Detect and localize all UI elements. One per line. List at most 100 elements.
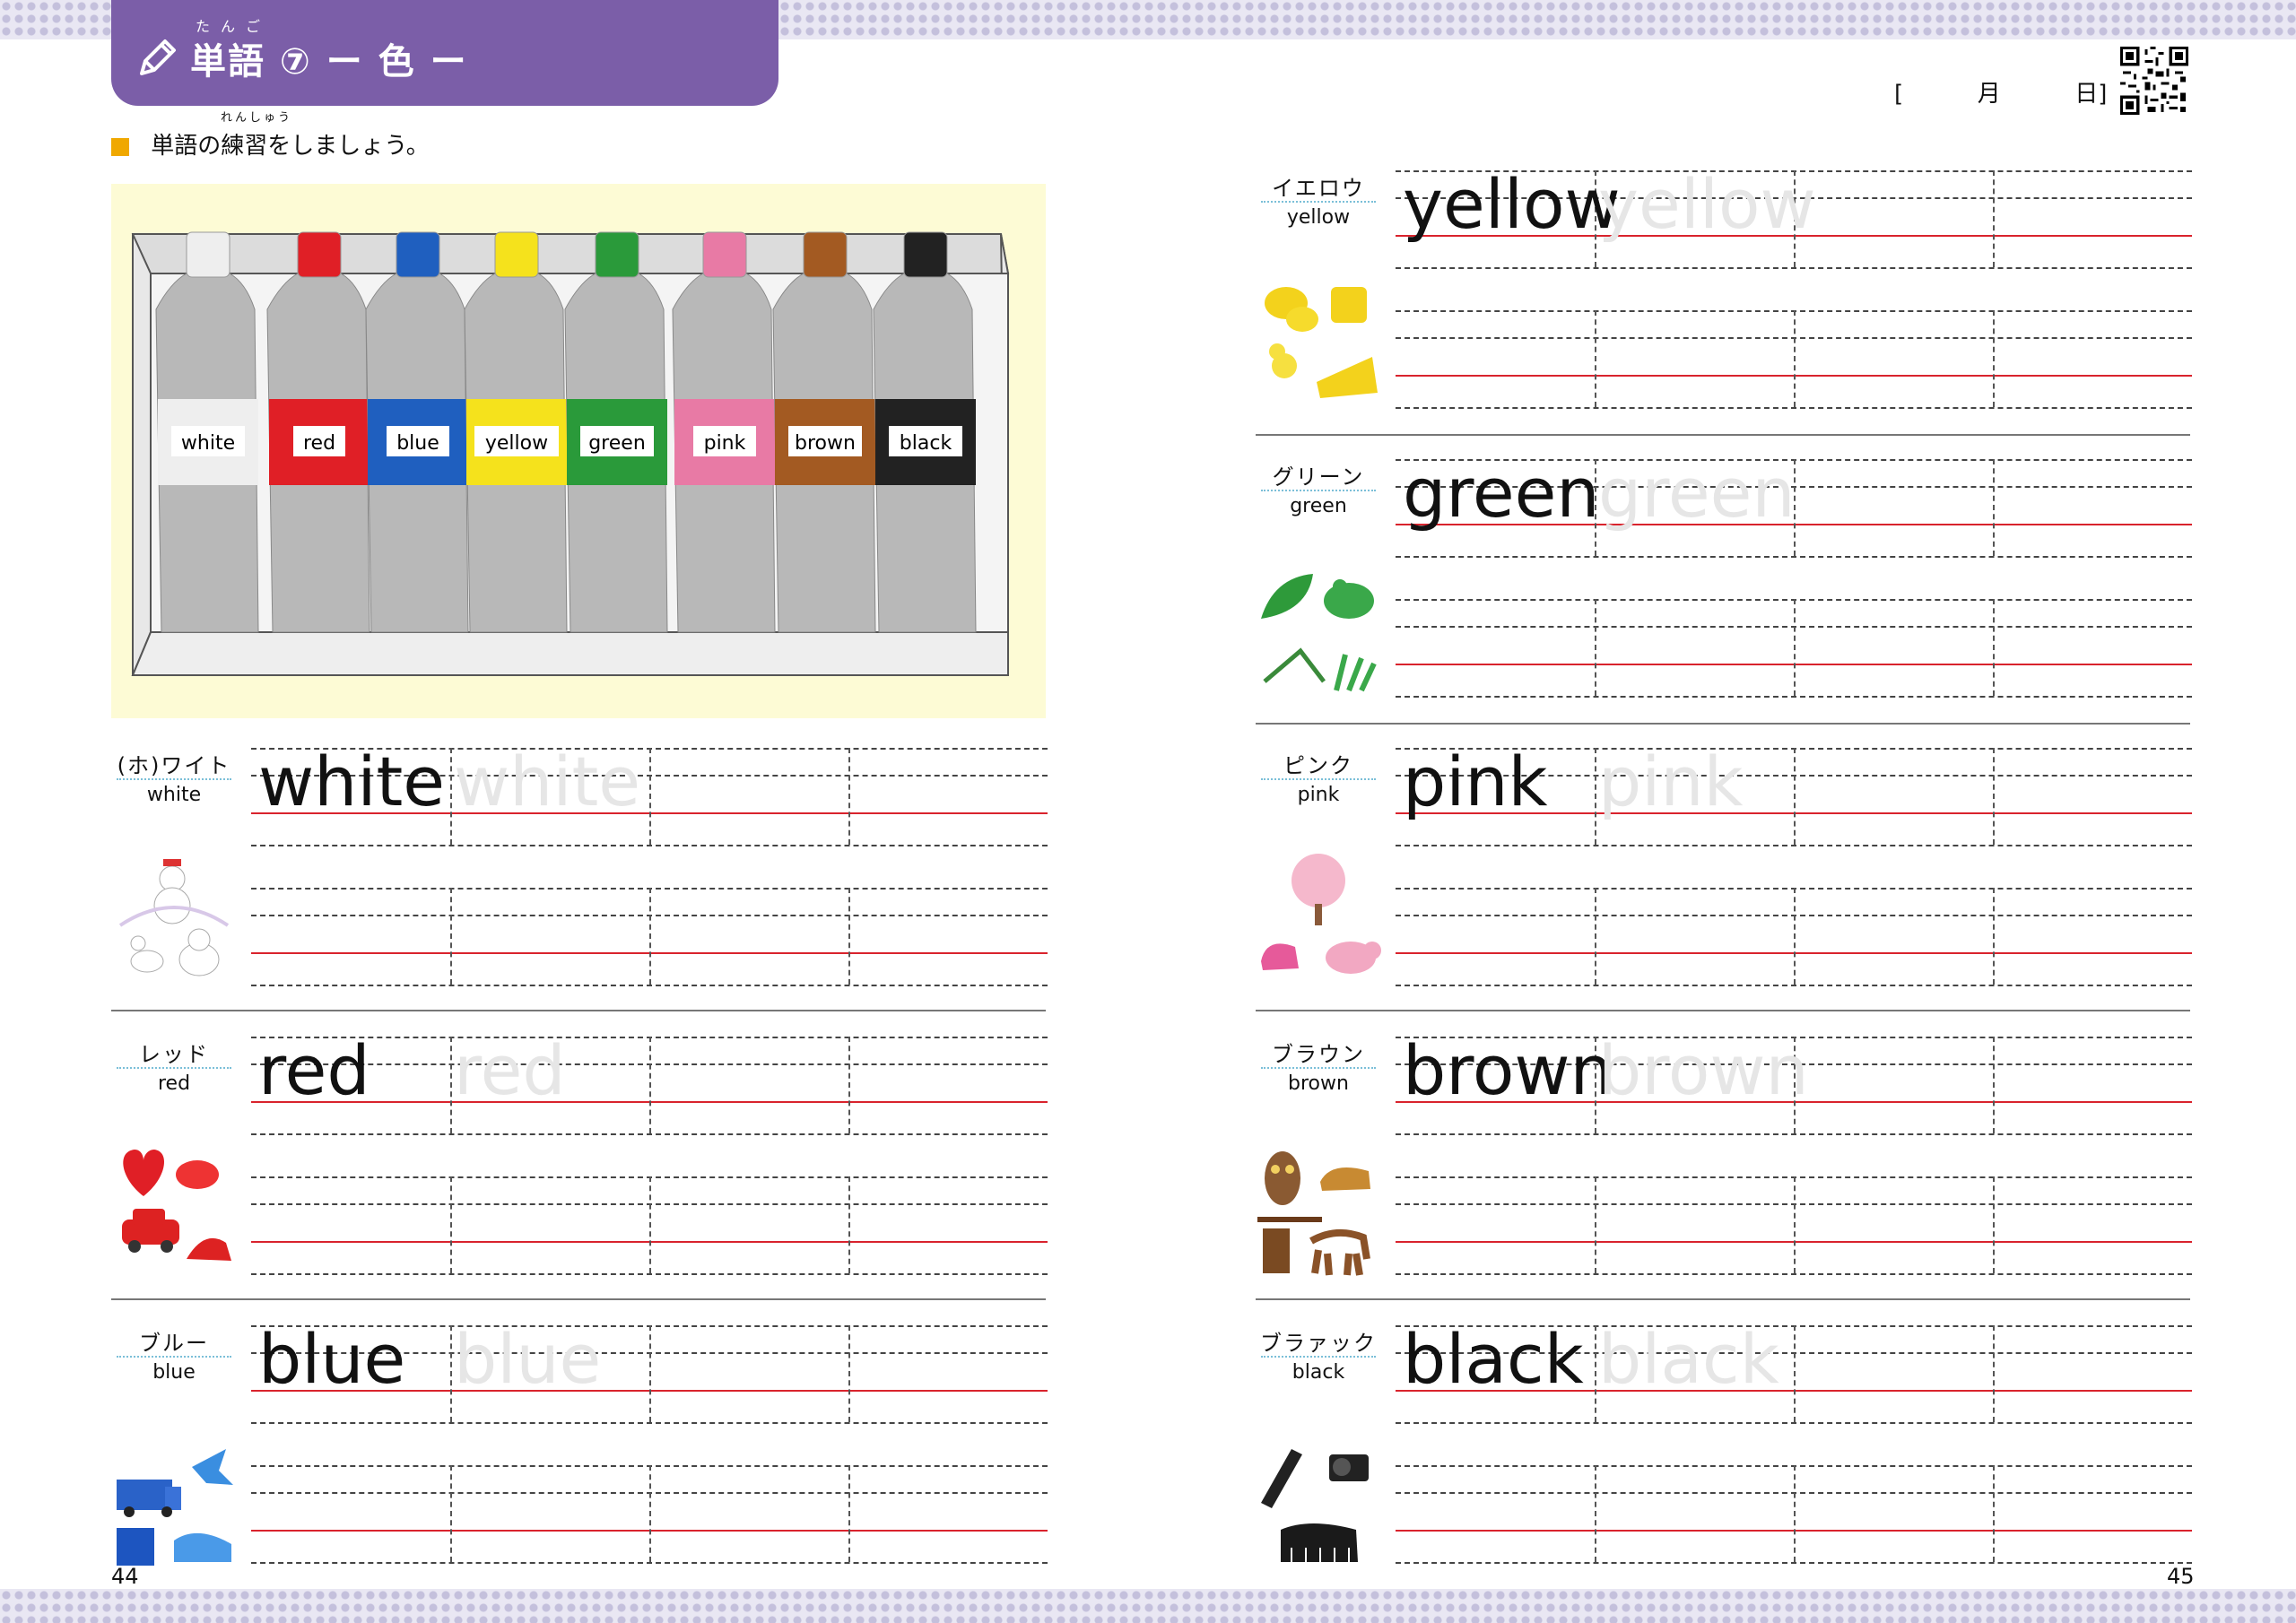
orange-bullet-icon [111, 137, 129, 156]
yellow-things-icon [1265, 287, 1378, 398]
kana-label: ブルー [139, 1331, 209, 1356]
kana-underline [1261, 1356, 1376, 1358]
model-word: green [1403, 453, 1600, 533]
english-label: brown [1288, 1072, 1349, 1095]
column-divider [450, 748, 452, 845]
tube-label: pink [704, 432, 746, 455]
column-divider [649, 748, 651, 845]
kana-underline [1261, 201, 1376, 203]
date-day: 日] [2074, 81, 2108, 108]
column-divider [848, 748, 850, 845]
title-ruby: たんご [196, 18, 272, 35]
kana-label: レッド [139, 1042, 209, 1067]
column-divider [450, 1465, 452, 1562]
pencil-icon [140, 39, 176, 75]
guide-line [1396, 267, 2192, 269]
writing-area-blue[interactable]: blue blue [251, 1325, 1048, 1591]
instruction: れんしゅう 単語の練習をしましょう。 [111, 111, 430, 161]
column-divider [848, 888, 850, 985]
writing-area-pink[interactable]: pink pink [1396, 748, 2192, 1013]
column-divider [1595, 599, 1596, 696]
kana-label: グリーン [1272, 464, 1365, 490]
black-things-icon [1261, 1449, 1369, 1562]
date-field: [ 月 日] [1894, 75, 2107, 108]
column-divider [649, 1325, 651, 1422]
paint-box-svg: white red blue yellow green pink brown black [131, 231, 1010, 676]
blue-things-icon [117, 1449, 233, 1566]
guide-line [251, 845, 1048, 846]
guide-line [1396, 985, 2192, 986]
column-divider [1993, 748, 1995, 845]
column-divider [1993, 888, 1995, 985]
column-divider [1993, 1176, 1995, 1273]
column-divider [848, 1176, 850, 1273]
column-divider [1794, 748, 1796, 845]
column-divider [1794, 1325, 1796, 1422]
kana-underline [1261, 778, 1376, 780]
trace-word: red [454, 1030, 566, 1110]
column-divider [1794, 310, 1796, 407]
guide-line [251, 1133, 1048, 1135]
writing-area-white[interactable]: white white [251, 748, 1048, 1013]
english-label: blue [152, 1361, 196, 1384]
writing-area-red[interactable]: red red [251, 1037, 1048, 1302]
qr-code-icon [2120, 47, 2188, 115]
column-divider [1993, 1465, 1995, 1562]
trace-word: yellow [1598, 164, 1816, 244]
paint-tubes-illustration: white red blue yellow green pink brown black [111, 184, 1046, 718]
title-text: 単語 ⑦ ー 色 ー [190, 41, 468, 82]
writing-area-brown[interactable]: brown brown [1396, 1037, 2192, 1302]
column-divider [1794, 1465, 1796, 1562]
page-number-left: 44 [111, 1564, 139, 1589]
column-divider [1595, 1465, 1596, 1562]
model-word: white [258, 742, 445, 821]
kana-label: (ホ)ワイト [117, 753, 231, 778]
tube-label: brown [795, 432, 856, 455]
guide-line [251, 1562, 1048, 1564]
column-divider [450, 1176, 452, 1273]
guide-line [251, 1273, 1048, 1275]
column-divider [1993, 459, 1995, 556]
guide-line [1396, 1422, 2192, 1424]
model-word: yellow [1403, 164, 1621, 244]
writing-area-green[interactable]: green green [1396, 459, 2192, 725]
guide-line [1396, 1562, 2192, 1564]
model-word: blue [258, 1319, 406, 1399]
guide-line [1396, 556, 2192, 558]
date-month: 月 [1977, 81, 2001, 108]
writing-area-yellow[interactable]: yellow yellow [1396, 170, 2192, 436]
trace-word: pink [1598, 742, 1744, 821]
tube-cap [595, 231, 639, 278]
white-things-icon [118, 859, 230, 976]
pink-things-icon [1261, 854, 1381, 974]
column-divider [1993, 1037, 1995, 1133]
column-divider [1595, 1176, 1596, 1273]
column-divider [1993, 310, 1995, 407]
guide-line [1396, 696, 2192, 698]
model-word: pink [1403, 742, 1548, 821]
english-label: black [1292, 1361, 1345, 1384]
guide-line [1396, 1273, 2192, 1275]
trace-word: brown [1598, 1030, 1809, 1110]
trace-word: green [1598, 453, 1796, 533]
model-word: brown [1403, 1030, 1613, 1110]
date-bracket-open: [ [1894, 81, 1904, 108]
kana-underline [117, 1067, 231, 1069]
column-divider [848, 1325, 850, 1422]
guide-line [1396, 845, 2192, 846]
model-word: black [1403, 1319, 1584, 1399]
column-divider [1794, 1176, 1796, 1273]
column-divider [1993, 170, 1995, 267]
trace-word: black [1598, 1319, 1779, 1399]
column-divider [1794, 888, 1796, 985]
column-divider [848, 1465, 850, 1562]
column-divider [1595, 748, 1596, 845]
guide-line [251, 985, 1048, 986]
column-divider [1595, 888, 1596, 985]
english-label: pink [1297, 784, 1340, 806]
tube-label: black [900, 432, 952, 455]
writing-area-black[interactable]: black black [1396, 1325, 2192, 1591]
column-divider [1794, 599, 1796, 696]
english-label: yellow [1286, 206, 1351, 229]
tube-label: green [588, 432, 646, 455]
